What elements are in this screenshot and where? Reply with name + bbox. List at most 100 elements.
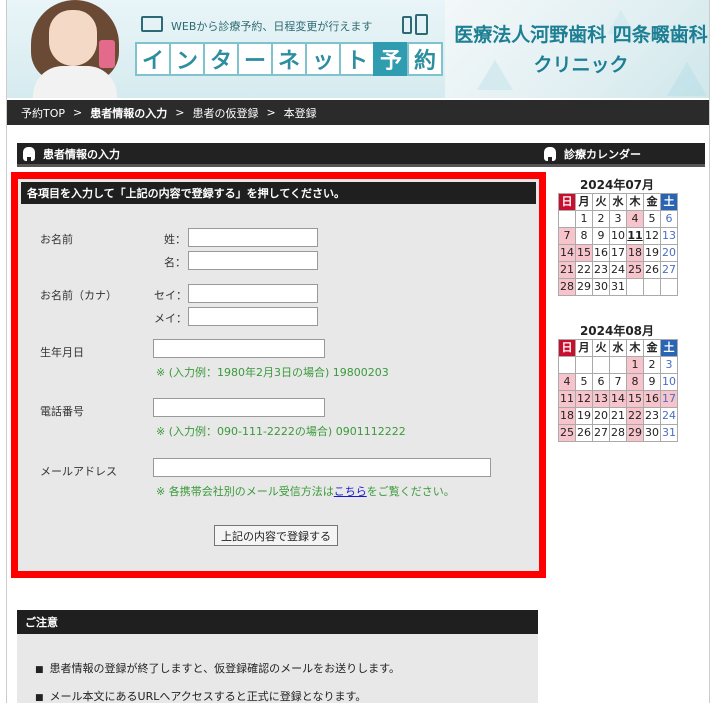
calendar-weekday: 日 (558, 339, 576, 357)
calendar-day: 25 (626, 261, 644, 279)
calendar-day: 17 (609, 244, 627, 262)
breadcrumb-item-top[interactable]: 予約TOP (21, 105, 65, 121)
calendar-day: 23 (592, 261, 610, 279)
section-title: 患者情報の入力 (43, 147, 120, 161)
calendar-weekday: 木 (626, 339, 644, 357)
caution-body: 患者情報の登録が終了しますと、仮登録確認のメールをお送りします。 メール本文にあ… (17, 634, 538, 703)
calendar-day: 6 (592, 373, 610, 391)
calendar-day: 4 (558, 373, 576, 391)
calendar-weekday: 水 (609, 193, 627, 211)
calendar-week-row: 28 29 30 31 (558, 278, 678, 296)
calendar-day: 19 (643, 244, 661, 262)
calendar-empty-cell (558, 210, 576, 228)
calendar-week-row: 123 (558, 356, 678, 374)
calendar-day: 7 (558, 227, 576, 245)
mail-guide-link[interactable]: こちら (334, 485, 367, 498)
calendar-day: 30 (643, 424, 661, 442)
breadcrumb: 予約TOP > 患者情報の入力 > 患者の仮登録 > 本登録 (7, 100, 709, 125)
banner-title-char: ッ (305, 42, 341, 76)
calendar-header: 診療カレンダー (538, 143, 705, 167)
sei-kana-input[interactable] (188, 284, 318, 303)
calendar-week-row: 21 22 23 24 25 26 27 (558, 261, 678, 279)
calendar-day: 13 (592, 390, 610, 408)
breadcrumb-item-temp-registration: 患者の仮登録 (192, 106, 259, 120)
calendar-week-row: 7 8 9 10 11 12 13 (558, 227, 678, 245)
calendar-july: 日月火水木金土 1 2 3 4 5 6 7 8 9 10 11 12 13 14 15 16 17 18 19 20 21… (558, 193, 678, 296)
calendar-weekday: 火 (592, 339, 610, 357)
banner-title-char: イ (135, 42, 171, 76)
calendar-day: 12 (643, 227, 661, 245)
calendar-day: 7 (609, 373, 627, 391)
calendar-day: 22 (575, 261, 593, 279)
calendar-day: 3 (660, 356, 678, 374)
calendar-day: 12 (575, 390, 593, 408)
breadcrumb-separator: > (266, 106, 276, 119)
breadcrumb-separator: > (175, 106, 185, 119)
calendar-day: 24 (609, 261, 627, 279)
register-submit-button[interactable]: 上記の内容で登録する (214, 525, 338, 546)
calendar-day: 1 (626, 356, 644, 374)
name-label: お名前 (40, 233, 73, 246)
calendar-day: 21 (609, 407, 627, 425)
banner-title-char: タ (203, 42, 239, 76)
calendar-day: 2 (592, 210, 610, 228)
calendar-day: 18 (558, 407, 576, 425)
page-frame: WEBから診療予約、日程変更が行えます イ ン タ ー ネ ッ ト 予 約 医療… (6, 0, 710, 703)
caution-item: メール本文にあるURLへアクセスすると正式に登録となります。 (35, 688, 367, 703)
calendar-day: 14 (558, 244, 576, 262)
phone-input[interactable] (153, 398, 325, 417)
tooth-icon (544, 146, 556, 162)
calendar-weekday-row: 日月火水木金土 (558, 193, 678, 211)
calendar-day: 21 (558, 261, 576, 279)
banner-title-char: ー (237, 42, 273, 76)
calendar-day: 10 (609, 227, 627, 245)
calendar-month-title: 2024年08月 (579, 324, 655, 338)
calendar-week-row: 4 5 6 7 8 9 10 (558, 373, 678, 391)
caution-header: ご注意 (17, 610, 538, 634)
calendar-day: 19 (575, 407, 593, 425)
calendar-weekday: 月 (575, 339, 593, 357)
calendar-day: 15 (575, 244, 593, 262)
mobile-devices-icon (402, 14, 428, 36)
calendar-day: 20 (592, 407, 610, 425)
calendar-day: 13 (660, 227, 678, 245)
calendar-day: 23 (643, 407, 661, 425)
email-input[interactable] (153, 458, 491, 477)
calendar-day: 1 (575, 210, 593, 228)
calendar-day: 11 (626, 227, 644, 245)
calendar-weekday: 金 (643, 193, 661, 211)
header-banner: WEBから診療予約、日程変更が行えます イ ン タ ー ネ ッ ト 予 約 医療… (7, 0, 709, 98)
calendar-day: 9 (592, 227, 610, 245)
sei-input[interactable] (188, 228, 318, 247)
mei-kana-input[interactable] (188, 307, 318, 326)
banner-title: イ ン タ ー ネ ッ ト 予 約 (135, 42, 443, 76)
banner-title-char: ン (169, 42, 205, 76)
calendar-day: 30 (592, 278, 610, 296)
clinic-name: 医療法人河野歯科 四条畷歯科クリニック (454, 24, 708, 76)
breadcrumb-item-patient-info: 患者情報の入力 (90, 106, 168, 120)
calendar-day: 26 (643, 261, 661, 279)
calendar-week-row: 14 15 16 17 18 19 20 (558, 244, 678, 262)
calendar-day: 29 (575, 278, 593, 296)
mei-label: 名： (164, 256, 186, 269)
phone-note: ※ (入力例：090-111-2222の場合) 0901112222 (156, 425, 406, 438)
calendar-weekday: 月 (575, 193, 593, 211)
calendar-day: 10 (660, 373, 678, 391)
calendar-section-title: 診療カレンダー (564, 147, 641, 161)
sei-kana-label: セイ： (154, 289, 187, 302)
birthdate-input[interactable] (153, 339, 325, 358)
monitor-icon (141, 16, 163, 32)
calendar-weekday-row: 日月火水木金土 (558, 339, 678, 357)
email-note-text-end: をご覧ください。 (366, 485, 455, 498)
mei-input[interactable] (188, 251, 318, 270)
calendar-weekday: 水 (609, 339, 627, 357)
woman-with-phone-image (27, 0, 123, 98)
banner-title-char: 予 (373, 42, 409, 76)
calendar-week-row: 123456 (558, 210, 678, 228)
calendar-weekday: 土 (660, 193, 678, 211)
banner-subtitle: WEBから診療予約、日程変更が行えます (171, 20, 373, 33)
breadcrumb-separator: > (73, 106, 83, 119)
section-header-patient-info: 患者情報の入力 (17, 143, 538, 167)
calendar-week-row: 25 26 27 28 29 30 31 (558, 424, 678, 442)
birthdate-label: 生年月日 (40, 346, 84, 359)
